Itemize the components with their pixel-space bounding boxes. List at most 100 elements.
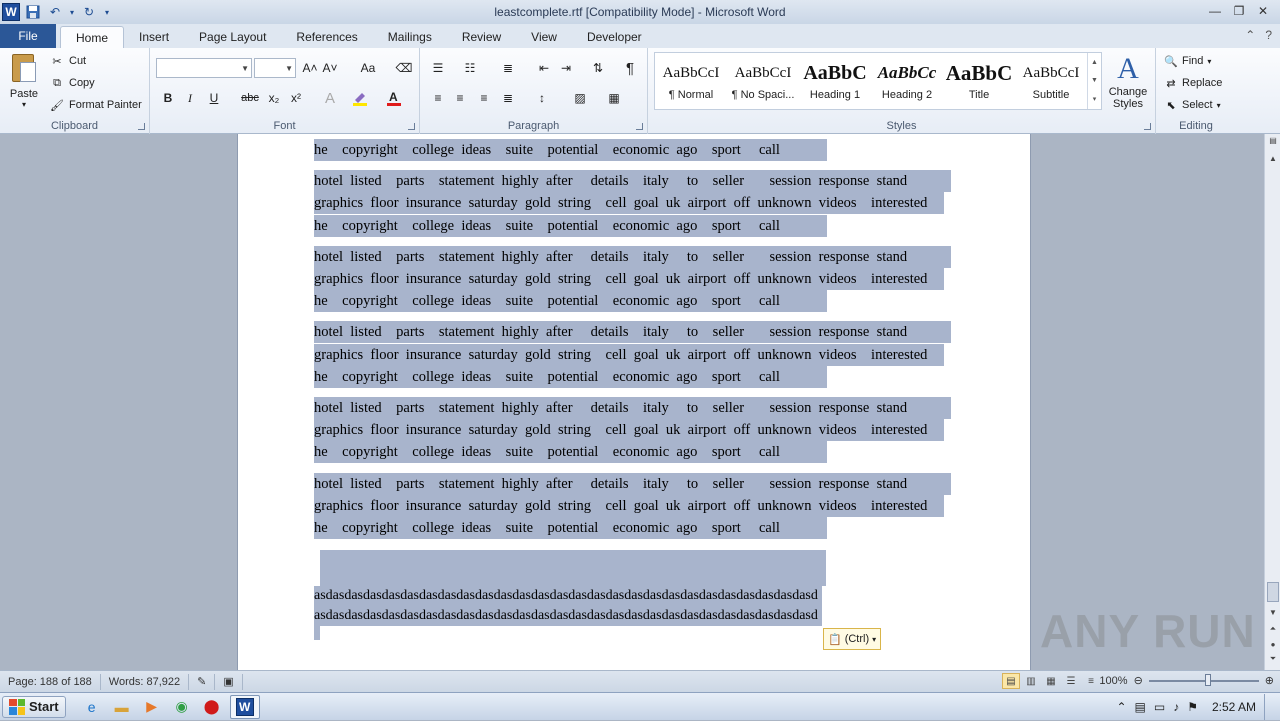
- strikethrough-button[interactable]: abc: [238, 88, 262, 108]
- document-line[interactable]: he copyright college ideas suite potenti…: [314, 215, 827, 237]
- customize-qat-icon[interactable]: ▾: [102, 3, 112, 21]
- battery-icon[interactable]: ▭: [1154, 700, 1165, 714]
- change-styles-button[interactable]: A Change Styles: [1104, 52, 1152, 110]
- document-line[interactable]: hotel listed parts statement highly afte…: [314, 170, 951, 192]
- font-name-combo[interactable]: ▼: [156, 58, 252, 78]
- tab-review[interactable]: Review: [447, 26, 516, 48]
- previous-page-icon[interactable]: ⏶: [1265, 624, 1280, 634]
- action-center-flag-icon[interactable]: ⚑: [1187, 700, 1198, 714]
- tab-view[interactable]: View: [516, 26, 572, 48]
- copy-button[interactable]: ⧉ Copy: [50, 76, 95, 90]
- tab-developer[interactable]: Developer: [572, 26, 657, 48]
- show-desktop-button[interactable]: [1264, 694, 1274, 720]
- change-case-button[interactable]: Aa: [354, 58, 382, 78]
- restore-icon[interactable]: ❐: [1228, 2, 1250, 20]
- style-no-spacing[interactable]: AaBbCcI ¶ No Spaci...: [727, 53, 799, 109]
- start-button[interactable]: Start: [2, 695, 66, 718]
- macro-record-icon[interactable]: ▣: [215, 673, 243, 690]
- tab-mailings[interactable]: Mailings: [373, 26, 447, 48]
- asd-paragraph[interactable]: asdasdasdasdasdasdasdasdasdasdasdasdasda…: [314, 586, 822, 626]
- ie-icon[interactable]: e: [80, 695, 104, 719]
- style-title[interactable]: AaBbC Title: [943, 53, 1015, 109]
- document-line[interactable]: graphics floor insurance saturday gold s…: [314, 268, 944, 290]
- paragraph-launcher-icon[interactable]: [636, 123, 643, 130]
- document-line[interactable]: hotel listed parts statement highly afte…: [314, 321, 951, 343]
- document-line[interactable]: graphics floor insurance saturday gold s…: [314, 192, 944, 214]
- multilevel-list-icon[interactable]: ≣: [498, 58, 518, 78]
- clipboard-launcher-icon[interactable]: [138, 123, 145, 130]
- format-painter-button[interactable]: 🖌 Format Painter: [50, 98, 142, 112]
- bullets-icon[interactable]: ☰: [428, 58, 448, 78]
- network-icon[interactable]: ▤: [1135, 700, 1146, 714]
- media-player-icon[interactable]: ▶: [140, 695, 164, 719]
- opera-icon[interactable]: ⬤: [200, 695, 224, 719]
- minimize-ribbon-icon[interactable]: ⌃: [1245, 28, 1255, 42]
- zoom-level[interactable]: 100%: [1099, 675, 1127, 687]
- cut-button[interactable]: ✂ Cut: [50, 54, 86, 68]
- redo-icon[interactable]: ↻: [80, 3, 98, 21]
- zoom-out-icon[interactable]: ⊖: [1134, 674, 1143, 687]
- align-right-icon[interactable]: ≡: [474, 88, 494, 108]
- outline-icon[interactable]: ☰: [1062, 673, 1080, 689]
- document-line[interactable]: hotel listed parts statement highly afte…: [314, 397, 951, 419]
- zoom-slider[interactable]: [1148, 673, 1259, 686]
- help-icon[interactable]: ?: [1265, 28, 1272, 42]
- tab-home[interactable]: Home: [60, 26, 125, 48]
- paste-button[interactable]: Paste ▾: [8, 52, 40, 109]
- tray-expand-icon[interactable]: ⌃: [1116, 700, 1126, 714]
- font-color-icon[interactable]: A: [384, 88, 404, 108]
- close-icon[interactable]: ✕: [1252, 2, 1274, 20]
- tab-file[interactable]: File: [0, 24, 56, 48]
- word-count[interactable]: Words: 87,922: [101, 673, 190, 690]
- font-size-combo[interactable]: ▼: [254, 58, 296, 78]
- document-line[interactable]: graphics floor insurance saturday gold s…: [314, 495, 944, 517]
- proofing-icon[interactable]: ✎: [189, 673, 216, 690]
- decrease-indent-icon[interactable]: ⇤: [534, 58, 554, 78]
- sort-icon[interactable]: ⇅: [588, 58, 608, 78]
- style-normal[interactable]: AaBbCcI ¶ Normal: [655, 53, 727, 109]
- clear-formatting-icon[interactable]: ⌫: [394, 58, 414, 78]
- tab-insert[interactable]: Insert: [124, 26, 184, 48]
- document-line[interactable]: hotel listed parts statement highly afte…: [314, 473, 951, 495]
- numbering-icon[interactable]: ☷: [460, 58, 480, 78]
- show-formatting-button[interactable]: ¶: [620, 58, 640, 78]
- grow-font-button[interactable]: A˄: [300, 58, 320, 78]
- styles-up-icon[interactable]: ▲: [1091, 59, 1098, 66]
- align-left-icon[interactable]: ≡: [428, 88, 448, 108]
- borders-icon[interactable]: ▦: [604, 88, 624, 108]
- increase-indent-icon[interactable]: ⇥: [556, 58, 576, 78]
- superscript-button[interactable]: x²: [286, 88, 306, 108]
- style-heading-1[interactable]: AaBbC Heading 1: [799, 53, 871, 109]
- volume-icon[interactable]: ♪: [1173, 700, 1179, 714]
- minimize-icon[interactable]: —: [1204, 2, 1226, 20]
- document-line[interactable]: he copyright college ideas suite potenti…: [314, 290, 827, 312]
- text-effects-icon[interactable]: A: [320, 88, 340, 108]
- styles-scroll[interactable]: ▲ ▼ ▾: [1087, 53, 1101, 109]
- tab-page-layout[interactable]: Page Layout: [184, 26, 281, 48]
- styles-more-icon[interactable]: ▾: [1093, 95, 1097, 103]
- document-line[interactable]: he copyright college ideas suite potenti…: [314, 139, 827, 161]
- style-subtitle[interactable]: AaBbCcI Subtitle: [1015, 53, 1087, 109]
- shading-icon[interactable]: ▨: [570, 88, 590, 108]
- chrome-icon[interactable]: ◉: [170, 695, 194, 719]
- zoom-slider-knob[interactable]: [1204, 673, 1211, 686]
- zoom-in-icon[interactable]: ⊕: [1265, 674, 1274, 687]
- print-layout-icon[interactable]: ▤: [1002, 673, 1020, 689]
- web-layout-icon[interactable]: ▦: [1042, 673, 1060, 689]
- styles-down-icon[interactable]: ▼: [1091, 77, 1098, 84]
- document-line[interactable]: graphics floor insurance saturday gold s…: [314, 419, 944, 441]
- vertical-scrollbar[interactable]: ▤ ▲ ▼ ⏶ ● ⏷: [1264, 134, 1280, 670]
- full-screen-reading-icon[interactable]: ▥: [1022, 673, 1040, 689]
- document-line[interactable]: he copyright college ideas suite potenti…: [314, 517, 827, 539]
- document-line[interactable]: he copyright college ideas suite potenti…: [314, 441, 827, 463]
- italic-button[interactable]: I: [180, 88, 200, 108]
- explorer-folder-icon[interactable]: ▬: [110, 695, 134, 719]
- document-line[interactable]: hotel listed parts statement highly afte…: [314, 246, 951, 268]
- line-spacing-icon[interactable]: ↕: [532, 88, 552, 108]
- document-line[interactable]: he copyright college ideas suite potenti…: [314, 366, 827, 388]
- select-button[interactable]: ⬉ Select ▾: [1164, 98, 1220, 112]
- select-browse-object-icon[interactable]: ●: [1265, 640, 1280, 649]
- align-center-icon[interactable]: ≡: [450, 88, 470, 108]
- undo-dropdown-icon[interactable]: ▾: [68, 3, 76, 21]
- bold-button[interactable]: B: [158, 88, 178, 108]
